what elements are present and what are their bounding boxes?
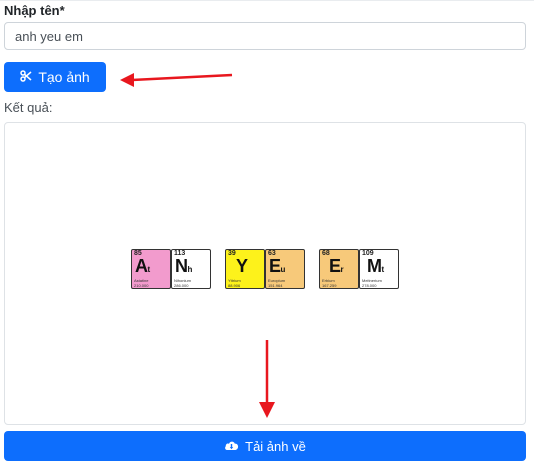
download-button-label: Tải ảnh về: [245, 438, 306, 454]
top-divider: [0, 0, 534, 1]
download-image-button[interactable]: Tải ảnh về: [4, 431, 526, 461]
arrow-to-create-icon: [120, 73, 233, 87]
result-label: Kết quả:: [4, 100, 53, 115]
element-tile: 109 Mt Meitnerium 278.000: [359, 249, 399, 289]
element-tile: 113 Nh Nihonium 286.000: [171, 249, 211, 289]
element-tile: 68 Er Erbium 167.259: [319, 249, 359, 289]
name-label: Nhập tên*: [4, 3, 65, 18]
cloud-download-icon: [224, 439, 239, 454]
create-button-label: Tạo ảnh: [38, 69, 90, 85]
element-tile: 85 At Astatine 210.000: [131, 249, 171, 289]
name-input[interactable]: [4, 22, 526, 50]
scissors-icon: [20, 69, 32, 85]
arrow-to-download-icon: [259, 340, 275, 418]
element-tile: 39 Y Yttrium 88.906: [225, 249, 265, 289]
create-image-button[interactable]: Tạo ảnh: [4, 62, 106, 92]
element-tile: 63 Eu Europium 151.964: [265, 249, 305, 289]
